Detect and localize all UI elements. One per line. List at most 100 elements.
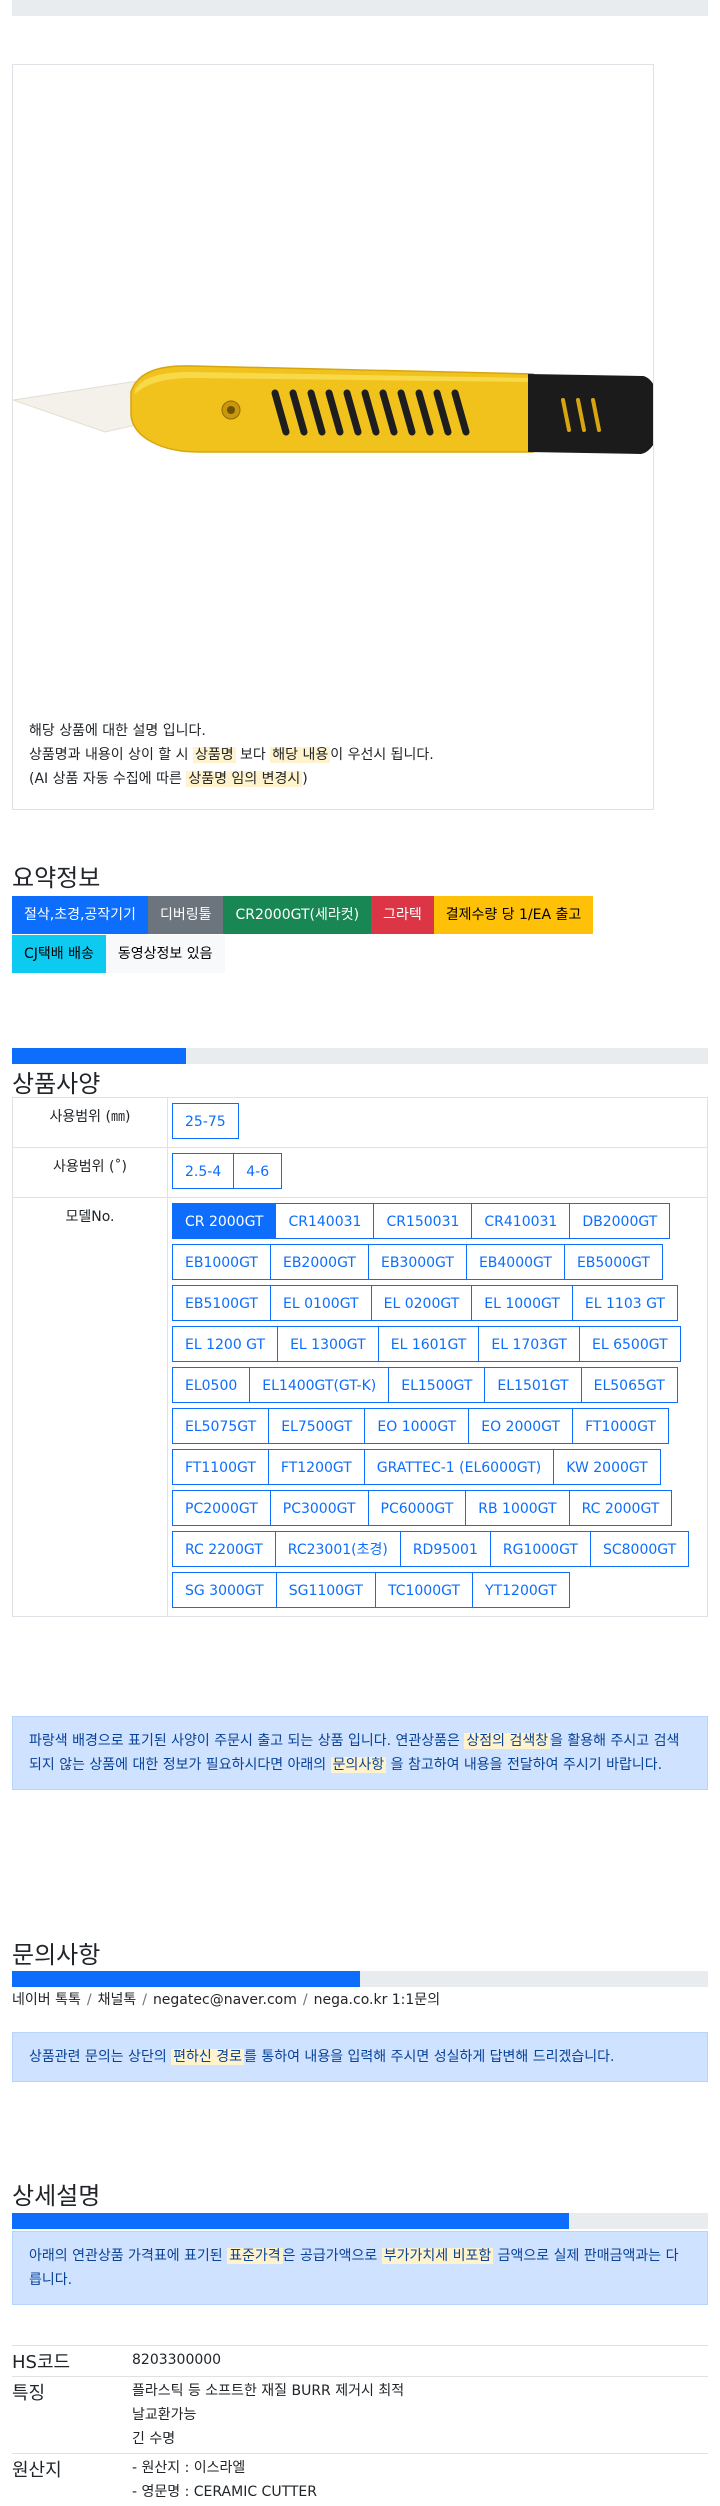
ceramic-cutter-image [13, 320, 653, 480]
spec-option-button[interactable]: 2.5-4 [172, 1153, 234, 1189]
spec-option-button[interactable]: EB1000GT [172, 1244, 271, 1280]
summary-badge: CR2000GT(세라컷) [223, 896, 371, 934]
inquiry-progress-fill [12, 1971, 360, 1987]
spec-option-button[interactable]: EL 0200GT [371, 1285, 473, 1321]
spec-option-button[interactable]: EL 0100GT [270, 1285, 372, 1321]
spec-option-button[interactable]: CR410031 [471, 1203, 570, 1239]
info-value: - 원산지 : 이스라엘- 영문명 : CERAMIC CUTTER [132, 2454, 708, 2506]
spec-option-button[interactable]: EL 1703GT [478, 1326, 580, 1362]
inquiry-progress [12, 1971, 708, 1987]
spec-label: 사용범위 (˚) [13, 1148, 168, 1198]
spec-option-button[interactable]: EO 2000GT [468, 1408, 573, 1444]
spec-option-button[interactable]: EB4000GT [466, 1244, 565, 1280]
spec-option-button[interactable]: CR 2000GT [172, 1203, 276, 1239]
spec-option-button[interactable]: EB5000GT [564, 1244, 663, 1280]
summary-badge: 절삭,초경,공작기기 [12, 896, 148, 934]
spec-option-button[interactable]: RC23001(초경) [275, 1531, 401, 1567]
spec-option-button[interactable]: EL 1000GT [471, 1285, 573, 1321]
spec-option-button[interactable]: KW 2000GT [553, 1449, 661, 1485]
spec-option-button[interactable]: SC8000GT [590, 1531, 689, 1567]
inquiry-links: 네이버 톡톡/채널톡/negatec@naver.com/nega.co.kr … [12, 1989, 440, 2009]
spec-option-button[interactable]: EL 1103 GT [572, 1285, 678, 1321]
spec-option-button[interactable]: RD95001 [400, 1531, 491, 1567]
spec-option-button[interactable]: EL7500GT [268, 1408, 365, 1444]
breadcrumb-separator: / [136, 1992, 153, 2008]
spec-option-button[interactable]: RG1000GT [490, 1531, 591, 1567]
spec-option-button[interactable]: RC 2000GT [569, 1490, 673, 1526]
inquiry-link[interactable]: negatec@naver.com [153, 1992, 297, 2008]
info-value-line: 날교환가능 [132, 2403, 708, 2427]
spec-option-button[interactable]: EB2000GT [270, 1244, 369, 1280]
top-progress-bar [12, 0, 708, 16]
inquiry-link[interactable]: 채널톡 [98, 1992, 137, 2008]
spec-option-button[interactable]: RC 2200GT [172, 1531, 276, 1567]
summary-badge: 결제수량 당 1/EA 출고 [434, 896, 594, 934]
spec-notice: 파랑색 배경으로 표기된 사양이 주문시 출고 되는 상품 입니다. 연관상품은… [12, 1716, 708, 1790]
spec-option-button[interactable]: 4-6 [233, 1153, 282, 1189]
breadcrumb-separator: / [81, 1992, 98, 2008]
info-value: 8203300000 [132, 2346, 708, 2377]
inquiry-heading: 문의사항 [12, 1935, 100, 1970]
summary-badge: 디버링툴 [148, 896, 224, 934]
inquiry-link[interactable]: nega.co.kr 1:1문의 [314, 1992, 440, 2008]
info-row: 특징플라스틱 등 소프트한 재질 BURR 제거시 최적날교환가능긴 수명 [12, 2377, 708, 2454]
detail-progress-fill [12, 2213, 569, 2229]
spec-option-button[interactable]: GRATTEC-1 (EL6000GT) [364, 1449, 555, 1485]
summary-heading: 요약정보 [12, 858, 100, 893]
spec-options: 2.5-44-6 [168, 1148, 708, 1198]
info-value-line: - 영문명 : CERAMIC CUTTER [132, 2480, 708, 2504]
spec-row: 모델No.CR 2000GTCR140031CR150031CR410031DB… [13, 1198, 708, 1617]
spec-option-button[interactable]: CR150031 [373, 1203, 472, 1239]
spec-option-button[interactable]: EL 1200 GT [172, 1326, 278, 1362]
spec-option-button[interactable]: EL5065GT [581, 1367, 678, 1403]
spec-option-button[interactable]: FT1000GT [572, 1408, 669, 1444]
spec-option-button[interactable]: 25-75 [172, 1103, 239, 1139]
spec-option-button[interactable]: EL1500GT [388, 1367, 485, 1403]
summary-badge: 동영상정보 있음 [106, 935, 225, 973]
summary-badge: 그라텍 [371, 896, 434, 934]
info-value-line: - 원산지 : 이스라엘 [132, 2456, 708, 2480]
spec-option-button[interactable]: YT1200GT [472, 1572, 570, 1608]
product-description-note: 해당 상품에 대한 설명 입니다. 상품명과 내용이 상이 할 시 상품명 보다… [29, 719, 434, 791]
spec-label: 모델No. [13, 1198, 168, 1617]
inquiry-notice: 상품관련 문의는 상단의 편하신 경로를 통하여 내용을 입력해 주시면 성실하… [12, 2032, 708, 2082]
spec-option-button[interactable]: EL 6500GT [579, 1326, 681, 1362]
info-value-line: 8203300000 [132, 2348, 708, 2372]
spec-option-button[interactable]: CR140031 [275, 1203, 374, 1239]
spec-heading: 상품사양 [12, 1064, 100, 1099]
spec-table: 사용범위 (㎜)25-75사용범위 (˚)2.5-44-6모델No.CR 200… [12, 1097, 708, 1617]
spec-option-button[interactable]: EL5075GT [172, 1408, 269, 1444]
spec-progress-fill [12, 1048, 186, 1064]
spec-option-button[interactable]: EO 1000GT [364, 1408, 469, 1444]
spec-option-button[interactable]: SG 3000GT [172, 1572, 277, 1608]
info-value: 플라스틱 등 소프트한 재질 BURR 제거시 최적날교환가능긴 수명 [132, 2377, 708, 2454]
spec-option-button[interactable]: TC1000GT [375, 1572, 473, 1608]
spec-option-button[interactable]: EL 1300GT [277, 1326, 379, 1362]
spec-option-button[interactable]: PC2000GT [172, 1490, 271, 1526]
spec-option-button[interactable]: PC6000GT [368, 1490, 467, 1526]
spec-option-button[interactable]: RB 1000GT [465, 1490, 569, 1526]
spec-option-button[interactable]: EB5100GT [172, 1285, 271, 1321]
info-value-line: 긴 수명 [132, 2427, 708, 2451]
spec-progress [12, 1048, 708, 1064]
spec-option-button[interactable]: DB2000GT [569, 1203, 670, 1239]
spec-option-button[interactable]: EL1501GT [484, 1367, 581, 1403]
spec-option-button[interactable]: EB3000GT [368, 1244, 467, 1280]
spec-option-button[interactable]: FT1200GT [268, 1449, 365, 1485]
note-line-2: 상품명과 내용이 상이 할 시 상품명 보다 해당 내용이 우선시 됩니다. [29, 743, 434, 767]
spec-option-button[interactable]: EL0500 [172, 1367, 250, 1403]
spec-option-button[interactable]: EL 1601GT [378, 1326, 480, 1362]
inquiry-link[interactable]: 네이버 톡톡 [12, 1992, 81, 2008]
info-key: HS코드 [12, 2346, 132, 2377]
spec-option-button[interactable]: EL1400GT(GT-K) [249, 1367, 389, 1403]
info-row: 원산지- 원산지 : 이스라엘- 영문명 : CERAMIC CUTTER [12, 2454, 708, 2506]
note-line-1: 해당 상품에 대한 설명 입니다. [29, 719, 434, 743]
spec-row: 사용범위 (㎜)25-75 [13, 1098, 708, 1148]
product-info-table: HS코드8203300000 특징플라스틱 등 소프트한 재질 BURR 제거시 … [12, 2345, 708, 2506]
spec-option-button[interactable]: FT1100GT [172, 1449, 269, 1485]
detail-heading: 상세설명 [12, 2176, 100, 2211]
product-image-panel: 해당 상품에 대한 설명 입니다. 상품명과 내용이 상이 할 시 상품명 보다… [12, 64, 654, 810]
spec-option-button[interactable]: SG1100GT [276, 1572, 376, 1608]
note-line-3: (AI 상품 자동 수집에 따른 상품명 임의 변경시) [29, 767, 434, 791]
spec-option-button[interactable]: PC3000GT [270, 1490, 369, 1526]
